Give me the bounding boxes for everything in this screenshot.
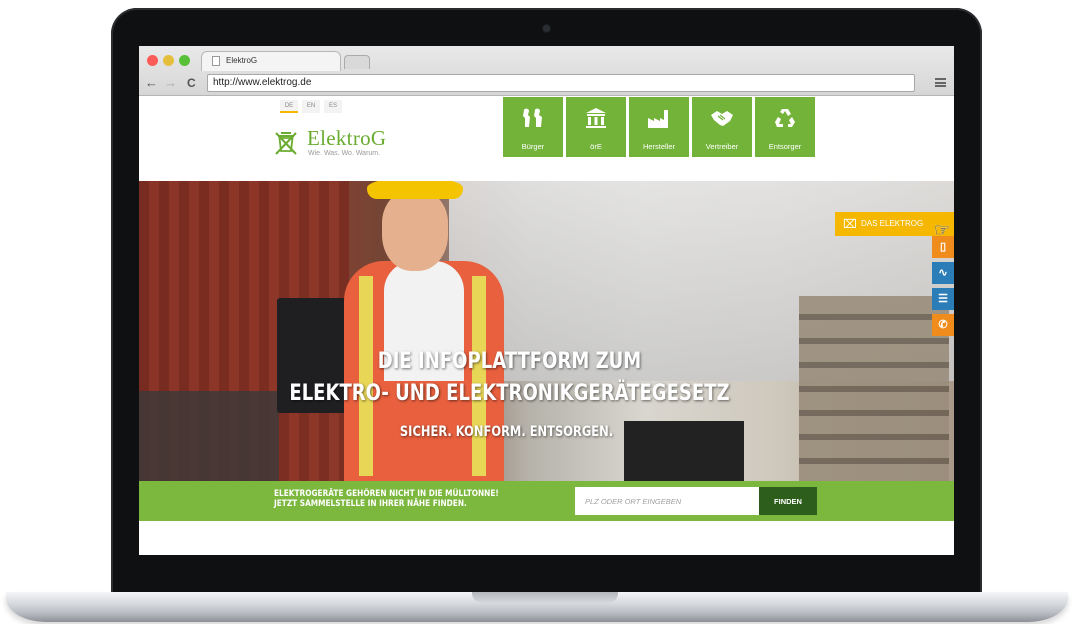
laptop-mockup: ElektroG ← → C http://www.elektrog.de DE…	[0, 0, 1072, 624]
hamburger-menu-icon[interactable]	[935, 78, 946, 87]
camera-icon	[543, 25, 550, 32]
nav-item-oere[interactable]: örE	[566, 97, 626, 157]
lang-de[interactable]: DE	[280, 100, 298, 113]
logo[interactable]: ElektroG Wie. Was. Wo. Warum.	[275, 126, 405, 160]
nav-label: Vertreiber	[705, 142, 739, 151]
hero-photo-head	[382, 191, 448, 271]
location-search-input[interactable]	[575, 487, 759, 515]
hero-photo-helmet	[367, 181, 463, 199]
vest-stripe	[359, 276, 373, 476]
browser-chrome: ElektroG ← → C http://www.elektrog.de	[139, 46, 954, 96]
logo-tagline: Wie. Was. Wo. Warum.	[308, 150, 381, 157]
find-button[interactable]: FINDEN	[759, 487, 817, 515]
reload-icon[interactable]: C	[187, 76, 196, 90]
screen: ElektroG ← → C http://www.elektrog.de DE…	[139, 46, 954, 555]
logo-title: ElektroG	[307, 126, 387, 150]
nav-label: Entsorger	[768, 142, 802, 151]
hero-subline: SICHER. KONFORM. ENTSORGEN.	[399, 424, 614, 440]
tab-title: ElektroG	[226, 56, 258, 65]
phone-icon[interactable]: ✆	[932, 314, 954, 336]
factory-icon	[648, 110, 668, 128]
nav-label: Bürger	[521, 142, 545, 151]
hero-headline-2: ELEKTRO- UND ELEKTRONIKGERÄTEGESETZ	[289, 381, 730, 406]
vest-stripe	[472, 276, 486, 476]
hero-headline-1: DIE INFOPLATTFORM ZUM	[377, 349, 642, 374]
hero-banner: DIE INFOPLATTFORM ZUM ELEKTRO- UND ELEKT…	[139, 181, 954, 481]
laptop-notch	[472, 592, 618, 603]
forward-arrow-icon[interactable]: →	[164, 76, 177, 90]
back-arrow-icon[interactable]: ←	[145, 76, 158, 90]
nav-item-hersteller[interactable]: Hersteller	[629, 97, 689, 157]
search-bar-line-2: JETZT SAMMELSTELLE IN IHRER NÄHE FINDEN.	[274, 499, 467, 509]
people-icon	[523, 108, 542, 127]
handshake-icon	[711, 111, 733, 126]
url-text: http://www.elektrog.de	[213, 77, 312, 88]
browser-tab[interactable]: ElektroG	[201, 51, 341, 71]
books-icon[interactable]: ☰	[932, 288, 954, 310]
nav-item-buerger[interactable]: Bürger	[503, 97, 563, 157]
hand-cursor-icon: ☞	[934, 220, 951, 240]
address-bar[interactable]: http://www.elektrog.de	[207, 74, 915, 92]
maximize-window-icon[interactable]	[179, 55, 190, 66]
search-bar: ELEKTROGERÄTE GEHÖREN NICHT IN DIE MÜLLT…	[139, 481, 954, 521]
search-bar-line-1: ELEKTROGERÄTE GEHÖREN NICHT IN DIE MÜLLT…	[274, 489, 499, 499]
public-building-icon	[586, 108, 606, 128]
nav-item-entsorger[interactable]: Entsorger	[755, 97, 815, 157]
side-tab-label: DAS ELEKTROG	[861, 219, 924, 228]
language-switcher: DE EN ES	[280, 100, 342, 113]
lang-es[interactable]: ES	[324, 100, 342, 113]
crossed-bin-icon	[275, 132, 297, 155]
minimize-window-icon[interactable]	[163, 55, 174, 66]
crossed-bin-icon: ⌧	[843, 217, 857, 231]
page-icon	[212, 56, 220, 66]
main-nav: Bürger örE Hersteller Vertreiber Entsorg…	[503, 97, 815, 157]
recycle-icon	[775, 109, 795, 127]
new-tab-button[interactable]	[344, 55, 370, 69]
nav-label: örE	[590, 142, 602, 151]
nav-label: Hersteller	[642, 142, 676, 151]
nav-item-vertreiber[interactable]: Vertreiber	[692, 97, 752, 157]
search-bar-text: ELEKTROGERÄTE GEHÖREN NICHT IN DIE MÜLLT…	[274, 489, 499, 509]
close-window-icon[interactable]	[147, 55, 158, 66]
rss-icon[interactable]: ∿	[932, 262, 954, 284]
lang-en[interactable]: EN	[302, 100, 320, 113]
